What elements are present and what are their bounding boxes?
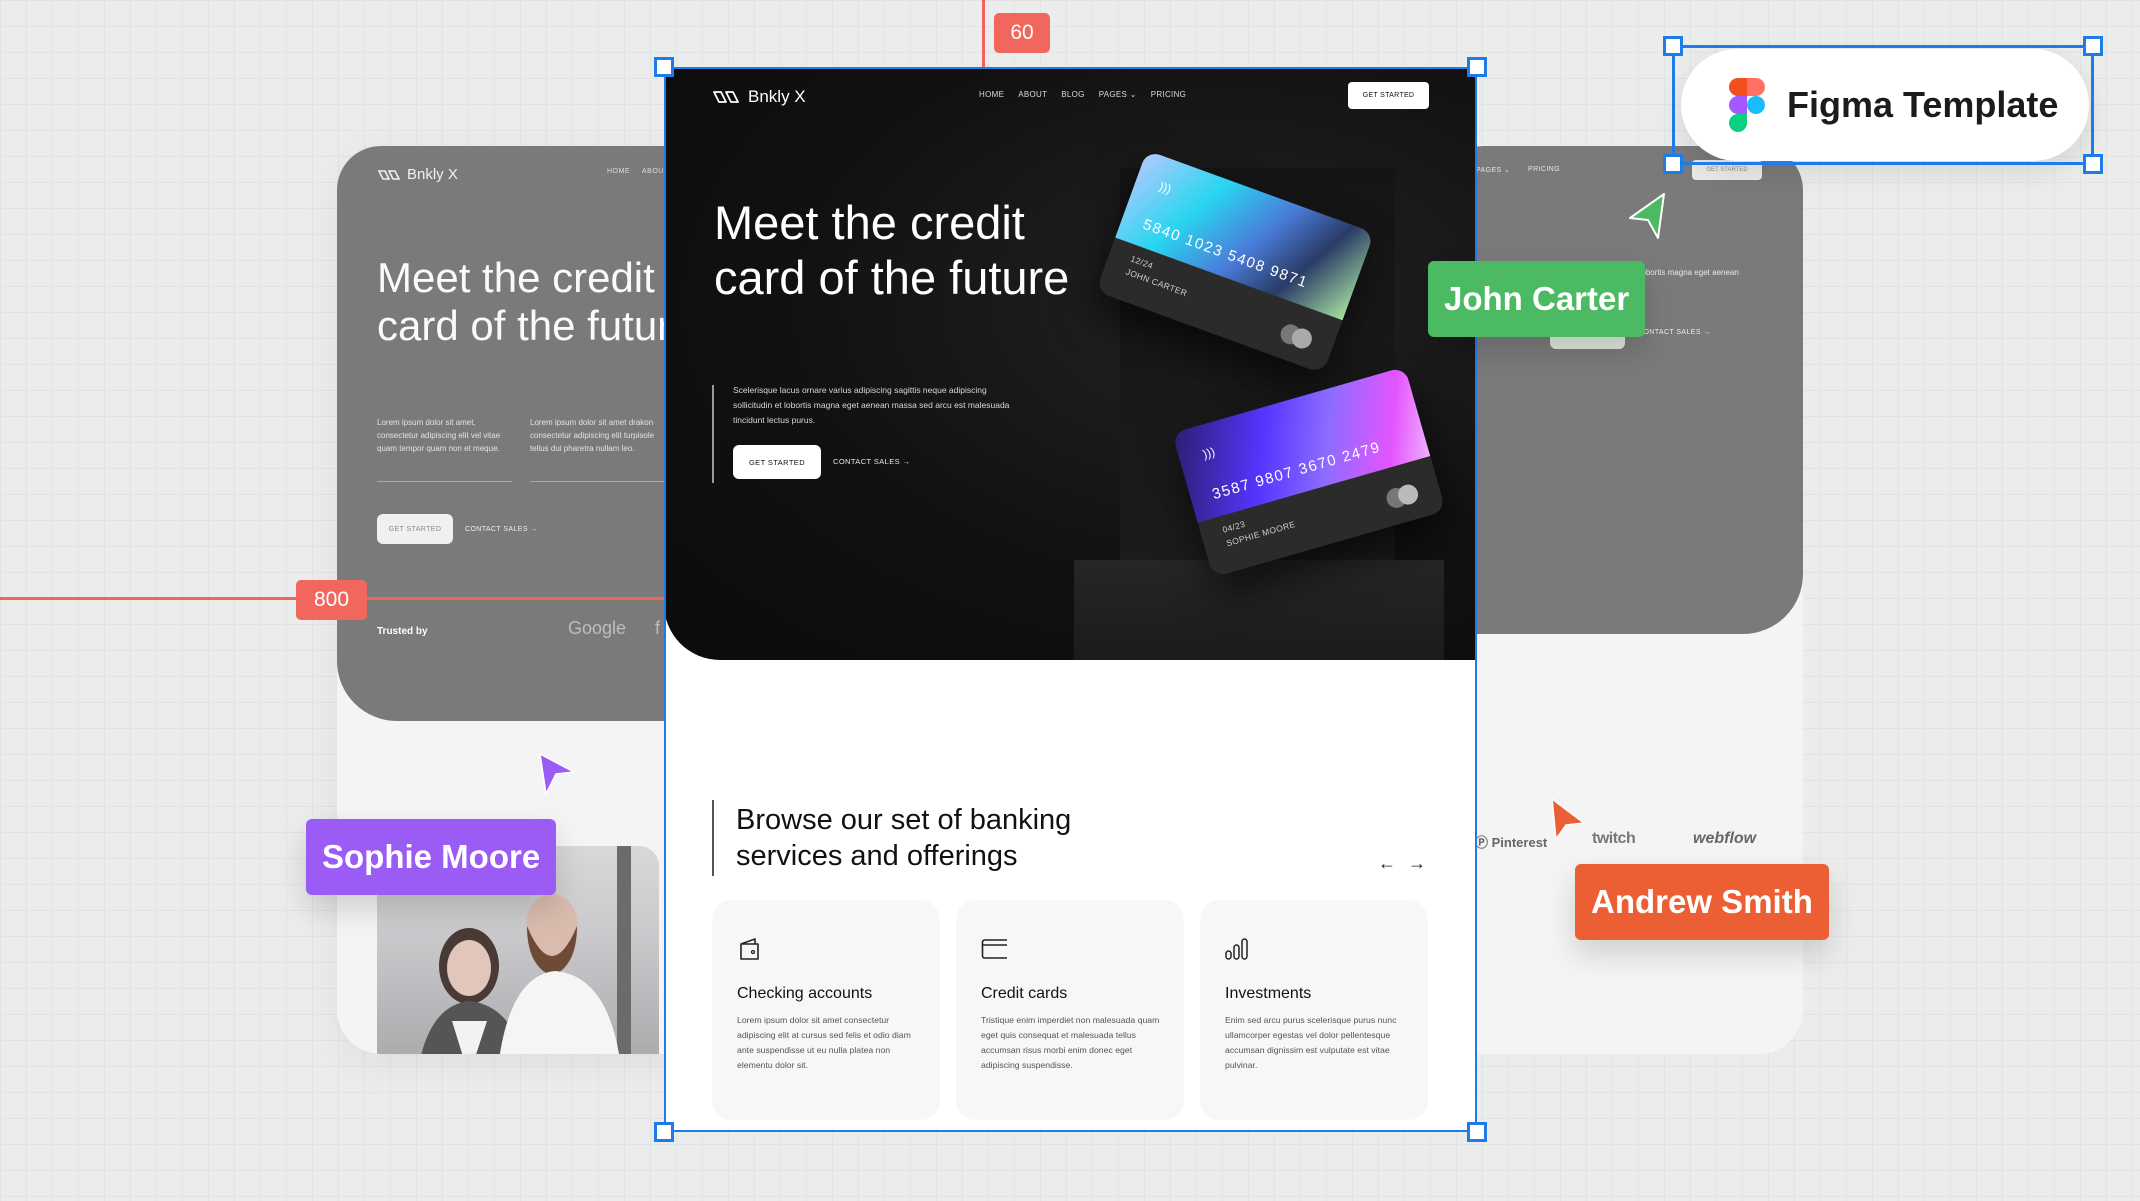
right-page-nav-pricing: PRICING <box>1528 166 1560 173</box>
google-logo: Google <box>568 618 627 638</box>
cursor-john-icon <box>1629 193 1665 239</box>
resize-handle-bottom-right[interactable] <box>2083 154 2103 174</box>
left-page-get-started: GET STARTED <box>377 514 453 544</box>
right-page-contact-sales: CONTACT SALES → <box>1638 329 1711 336</box>
resize-handle-top-right[interactable] <box>2083 36 2103 56</box>
cursor-andrew-icon <box>1551 798 1585 840</box>
left-page-nav-about: ABOU <box>642 168 664 175</box>
resize-handle-bottom-left[interactable] <box>1663 154 1683 174</box>
collaborator-tag-sophie: Sophie Moore <box>306 819 557 895</box>
left-page-logo-text: Bnkly X <box>407 166 458 183</box>
trusted-by-label: Trusted by <box>377 626 428 637</box>
resize-handle-bottom-right[interactable] <box>1467 1122 1487 1142</box>
left-page-para-1: Lorem ipsum dolor sit amet, consectetur … <box>377 418 501 453</box>
left-page-logo: Bnkly X <box>377 166 458 183</box>
facebook-logo: f <box>655 618 661 638</box>
pinterest-logo: Ⓟ Pinterest <box>1475 835 1548 850</box>
measure-badge-top: 60 <box>994 13 1050 53</box>
badge-selection <box>1663 36 2103 174</box>
resize-handle-top-left[interactable] <box>1663 36 1683 56</box>
resize-handle-top-right[interactable] <box>1467 57 1487 77</box>
webflow-logo: webflow <box>1693 830 1757 847</box>
collaborator-tag-andrew: Andrew Smith <box>1575 864 1829 940</box>
cursor-sophie-icon <box>539 753 575 795</box>
divider <box>377 481 512 482</box>
left-page-contact-sales: CONTACT SALES → <box>465 526 538 533</box>
left-page-para-2: Lorem ipsum dolor sit amet drakon consec… <box>530 418 655 453</box>
right-page-nav-pages: PAGES ⌄ <box>1476 167 1511 174</box>
divider <box>530 481 665 482</box>
resize-handle-top-left[interactable] <box>654 57 674 77</box>
resize-handle-bottom-left[interactable] <box>654 1122 674 1142</box>
measure-badge-left: 800 <box>296 580 367 620</box>
vertical-measure-line <box>982 0 985 67</box>
frame-selection <box>654 57 1487 1142</box>
twitch-logo: twitch <box>1592 830 1636 847</box>
collaborator-tag-john: John Carter <box>1428 261 1646 337</box>
right-page-hero: PAGES ⌄ PRICING GET STARTED e varius adi… <box>1440 146 1803 634</box>
left-page-nav-home: HOME <box>607 168 630 175</box>
bnkly-logo-icon <box>377 169 401 180</box>
